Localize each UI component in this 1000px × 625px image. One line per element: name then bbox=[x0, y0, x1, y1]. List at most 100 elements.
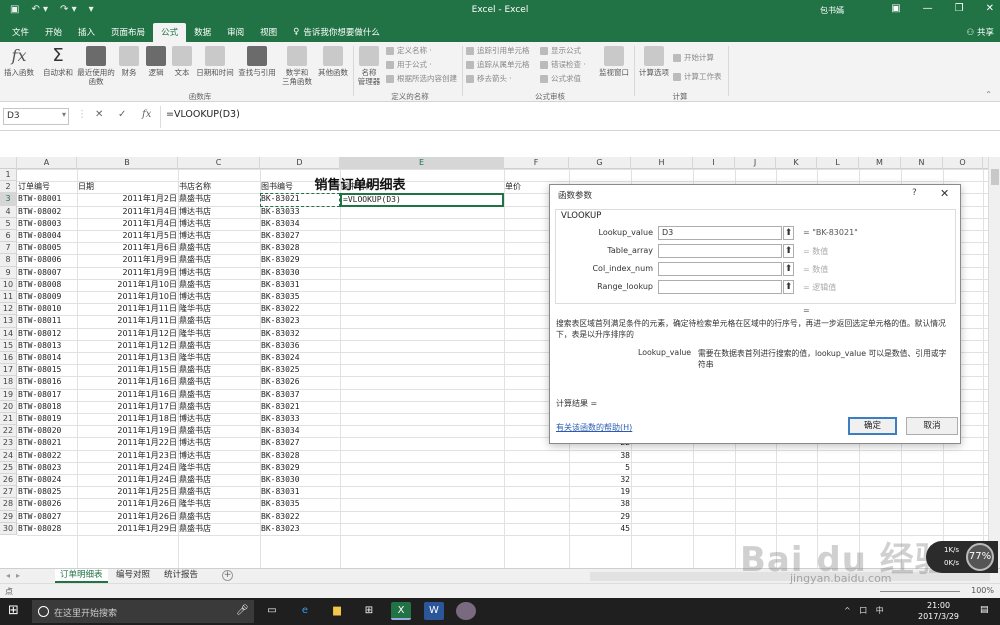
notifications-icon[interactable]: ▤ bbox=[980, 605, 989, 615]
name-box[interactable]: D3 ▾ bbox=[3, 108, 69, 125]
book-id-cell[interactable]: BK-83024 bbox=[260, 352, 340, 364]
ok-button[interactable]: 确定 bbox=[848, 417, 897, 435]
column-header[interactable]: F bbox=[504, 157, 569, 169]
row-header[interactable]: 28 bbox=[0, 498, 17, 511]
autosum-button[interactable]: Σ 自动求和 bbox=[40, 46, 76, 78]
date-cell[interactable]: 2011年1月29日 bbox=[77, 523, 178, 535]
share-button[interactable]: ⚇ 共享 bbox=[967, 26, 994, 38]
row-header[interactable]: 20 bbox=[0, 400, 17, 413]
date-cell[interactable]: 2011年1月22日 bbox=[77, 437, 178, 449]
date-cell[interactable]: 2011年1月24日 bbox=[77, 474, 178, 486]
tab-file[interactable]: 文件 bbox=[4, 23, 37, 42]
row-header[interactable]: 21 bbox=[0, 413, 17, 426]
order-id-cell[interactable]: BTW-08015 bbox=[17, 364, 77, 376]
book-id-cell[interactable]: BK-83025 bbox=[260, 364, 340, 376]
row-header[interactable]: 7 bbox=[0, 242, 17, 255]
order-id-cell[interactable]: BTW-08024 bbox=[17, 474, 77, 486]
book-id-cell[interactable]: BK-83035 bbox=[260, 498, 340, 510]
book-id-cell[interactable]: BK-83028 bbox=[260, 450, 340, 462]
column-header[interactable]: M bbox=[859, 157, 901, 169]
watch-window-button[interactable]: 监视窗口 bbox=[597, 46, 631, 77]
row-header[interactable]: 19 bbox=[0, 388, 17, 401]
date-cell[interactable]: 2011年1月12日 bbox=[77, 340, 178, 352]
column-header[interactable]: B bbox=[77, 157, 178, 169]
column-header[interactable]: J bbox=[735, 157, 776, 169]
date-cell[interactable]: 2011年1月9日 bbox=[77, 267, 178, 279]
calculate-now-button[interactable]: 开始计算 bbox=[673, 52, 714, 63]
store-name-cell[interactable]: 隆华书店 bbox=[178, 303, 260, 315]
store-name-cell[interactable]: 隆华书店 bbox=[178, 352, 260, 364]
sheet-tab-report[interactable]: 统计报告 bbox=[159, 569, 203, 583]
row-header[interactable]: 11 bbox=[0, 291, 17, 304]
column-title-cell[interactable]: 日期 bbox=[77, 181, 178, 193]
store-name-cell[interactable]: 鼎盛书店 bbox=[178, 425, 260, 437]
datetime-button[interactable]: 日期和时间 bbox=[194, 46, 236, 77]
column-title-cell[interactable]: 书店名称 bbox=[178, 181, 260, 193]
book-id-cell[interactable]: BK-83033 bbox=[260, 413, 340, 425]
book-id-cell[interactable]: BK-83021 bbox=[260, 401, 340, 413]
column-header[interactable]: N bbox=[901, 157, 943, 169]
cancel-button[interactable]: 取消 bbox=[906, 417, 958, 435]
book-id-cell[interactable]: BK-83036 bbox=[260, 340, 340, 352]
row-header[interactable]: 27 bbox=[0, 486, 17, 499]
date-cell[interactable]: 2011年1月17日 bbox=[77, 401, 178, 413]
column-header[interactable]: D bbox=[260, 157, 340, 169]
order-id-cell[interactable]: BTW-08014 bbox=[17, 352, 77, 364]
collapse-dialog-icon[interactable]: ⬆ bbox=[783, 226, 794, 240]
select-all-corner[interactable] bbox=[0, 157, 17, 169]
row-header[interactable]: 17 bbox=[0, 364, 17, 377]
row-header[interactable]: 24 bbox=[0, 449, 17, 462]
store-name-cell[interactable]: 博达书店 bbox=[178, 206, 260, 218]
order-id-cell[interactable]: BTW-08008 bbox=[17, 279, 77, 291]
row-header[interactable]: 14 bbox=[0, 327, 17, 340]
order-id-cell[interactable]: BTW-08026 bbox=[17, 498, 77, 510]
recent-functions-button[interactable]: 最近使用的 函数 bbox=[76, 46, 116, 86]
store-name-cell[interactable]: 博达书店 bbox=[178, 437, 260, 449]
excel-taskbar-icon[interactable]: X bbox=[391, 602, 411, 620]
date-cell[interactable]: 2011年1月4日 bbox=[77, 218, 178, 230]
enter-check-icon[interactable]: ✓ bbox=[118, 109, 126, 120]
row-header[interactable]: 9 bbox=[0, 266, 17, 279]
store-name-cell[interactable]: 鼎盛书店 bbox=[178, 474, 260, 486]
financial-button[interactable]: 财务 bbox=[118, 46, 140, 77]
date-cell[interactable]: 2011年1月24日 bbox=[77, 462, 178, 474]
trace-dependents-button[interactable]: 追踪从属单元格 bbox=[466, 59, 530, 70]
order-id-cell[interactable]: BTW-08010 bbox=[17, 303, 77, 315]
date-cell[interactable]: 2011年1月6日 bbox=[77, 242, 178, 254]
book-id-cell[interactable]: BK-83026 bbox=[260, 376, 340, 388]
date-cell[interactable]: 2011年1月11日 bbox=[77, 315, 178, 327]
edge-browser-icon[interactable]: e bbox=[295, 602, 315, 620]
store-name-cell[interactable]: 鼎盛书店 bbox=[178, 193, 260, 205]
book-id-cell[interactable]: BK-83034 bbox=[260, 425, 340, 437]
date-cell[interactable]: 2011年1月2日 bbox=[77, 193, 178, 205]
task-view-icon[interactable]: ▭ bbox=[262, 602, 282, 620]
tab-insert[interactable]: 插入 bbox=[70, 23, 103, 42]
column-title-cell[interactable]: 订单编号 bbox=[17, 181, 77, 193]
book-id-cell[interactable]: BK-83023 bbox=[260, 315, 340, 327]
store-name-cell[interactable]: 隆华书店 bbox=[178, 462, 260, 474]
row-header[interactable]: 22 bbox=[0, 425, 17, 438]
windows-start-icon[interactable]: ⊞ bbox=[8, 604, 22, 618]
math-trig-button[interactable]: 数学和 三角函数 bbox=[282, 46, 312, 86]
book-id-cell[interactable]: BK-83035 bbox=[260, 291, 340, 303]
order-id-cell[interactable]: BTW-08022 bbox=[17, 450, 77, 462]
restore-icon[interactable]: ❐ bbox=[955, 3, 964, 14]
book-id-cell[interactable]: BK-83031 bbox=[260, 279, 340, 291]
row-header[interactable]: 15 bbox=[0, 339, 17, 352]
date-cell[interactable]: 2011年1月19日 bbox=[77, 425, 178, 437]
order-id-cell[interactable]: BTW-08027 bbox=[17, 511, 77, 523]
chevron-down-icon[interactable]: ▾ bbox=[62, 110, 66, 119]
column-header[interactable]: C bbox=[178, 157, 260, 169]
book-id-cell[interactable]: BK-83030 bbox=[260, 474, 340, 486]
quantity-cell[interactable]: 29 bbox=[569, 511, 631, 523]
order-id-cell[interactable]: BTW-08019 bbox=[17, 413, 77, 425]
row-header[interactable]: 5 bbox=[0, 217, 17, 230]
row-header[interactable]: 1 bbox=[0, 169, 17, 182]
book-id-cell[interactable]: BK-83033 bbox=[260, 206, 340, 218]
order-id-cell[interactable]: BTW-08018 bbox=[17, 401, 77, 413]
app-avatar-icon[interactable] bbox=[456, 602, 476, 620]
logical-button[interactable]: 逻辑 bbox=[145, 46, 167, 77]
remove-arrows-button[interactable]: 移去箭头 · bbox=[466, 73, 512, 84]
calc-options-button[interactable]: 计算选项 bbox=[637, 46, 671, 77]
book-id-cell[interactable]: BK-83034 bbox=[260, 218, 340, 230]
